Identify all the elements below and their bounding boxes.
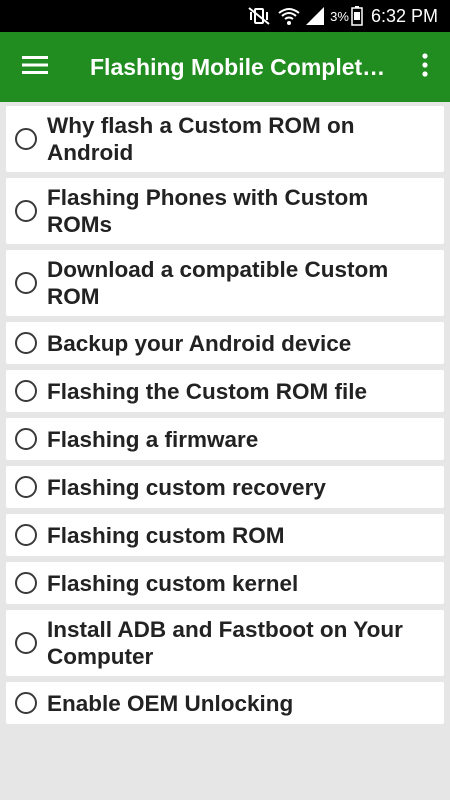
list-item[interactable]: Flashing the Custom ROM file [6, 370, 444, 412]
list-item[interactable]: Flashing a firmware [6, 418, 444, 460]
app-bar: Flashing Mobile Complet… [0, 32, 450, 102]
radio-button[interactable] [15, 428, 37, 450]
battery-percent: 3% [330, 8, 349, 24]
radio-button[interactable] [15, 332, 37, 354]
list-item[interactable]: Enable OEM Unlocking [6, 682, 444, 724]
list-item-label: Install ADB and Fastboot on Your Compute… [47, 617, 403, 669]
radio-button[interactable] [15, 272, 37, 294]
radio-button[interactable] [15, 476, 37, 498]
list-item-label: Flashing a firmware [47, 426, 259, 452]
list-item-label: Backup your Android device [47, 330, 352, 356]
list-item-label: Why flash a Custom ROM on Android [47, 113, 355, 165]
radio-button[interactable] [15, 692, 37, 714]
list-item-label: Flashing custom kernel [47, 570, 299, 596]
radio-button[interactable] [15, 380, 37, 402]
app-title: Flashing Mobile Complet… [90, 53, 386, 80]
radio-button[interactable] [15, 572, 37, 594]
radio-button[interactable] [15, 632, 37, 654]
topic-list: Why flash a Custom ROM on Android Flashi… [0, 102, 450, 730]
list-item[interactable]: Flashing custom kernel [6, 562, 444, 604]
list-item[interactable]: Flashing custom recovery [6, 466, 444, 508]
more-vertical-icon [421, 52, 429, 82]
mute-vibrate-icon [246, 6, 272, 26]
clock: 6:32 PM [370, 5, 438, 26]
list-item-label: Flashing the Custom ROM file [47, 378, 368, 404]
list-item-label: Flashing custom recovery [47, 474, 326, 500]
list-item[interactable]: Backup your Android device [6, 322, 444, 364]
radio-button[interactable] [15, 524, 37, 546]
list-item-label: Flashing Phones with Custom ROMs [47, 185, 369, 237]
list-item[interactable]: Install ADB and Fastboot on Your Compute… [6, 610, 444, 676]
list-item[interactable]: Flashing custom ROM [6, 514, 444, 556]
wifi-icon [278, 6, 300, 26]
signal-icon [306, 7, 325, 25]
hamburger-menu-icon [22, 55, 48, 80]
list-item-label: Enable OEM Unlocking [47, 690, 294, 716]
list-item[interactable]: Flashing Phones with Custom ROMs [6, 178, 444, 244]
overflow-menu-button[interactable] [400, 32, 450, 102]
radio-button[interactable] [15, 200, 37, 222]
battery-icon [351, 6, 363, 26]
radio-button[interactable] [15, 128, 37, 150]
list-item[interactable]: Download a compatible Custom ROM [6, 250, 444, 316]
list-item-label: Download a compatible Custom ROM [47, 257, 389, 309]
menu-button[interactable] [0, 32, 70, 102]
list-item-label: Flashing custom ROM [47, 522, 285, 548]
status-bar: 3% 6:32 PM [0, 0, 450, 32]
list-item[interactable]: Why flash a Custom ROM on Android [6, 106, 444, 172]
